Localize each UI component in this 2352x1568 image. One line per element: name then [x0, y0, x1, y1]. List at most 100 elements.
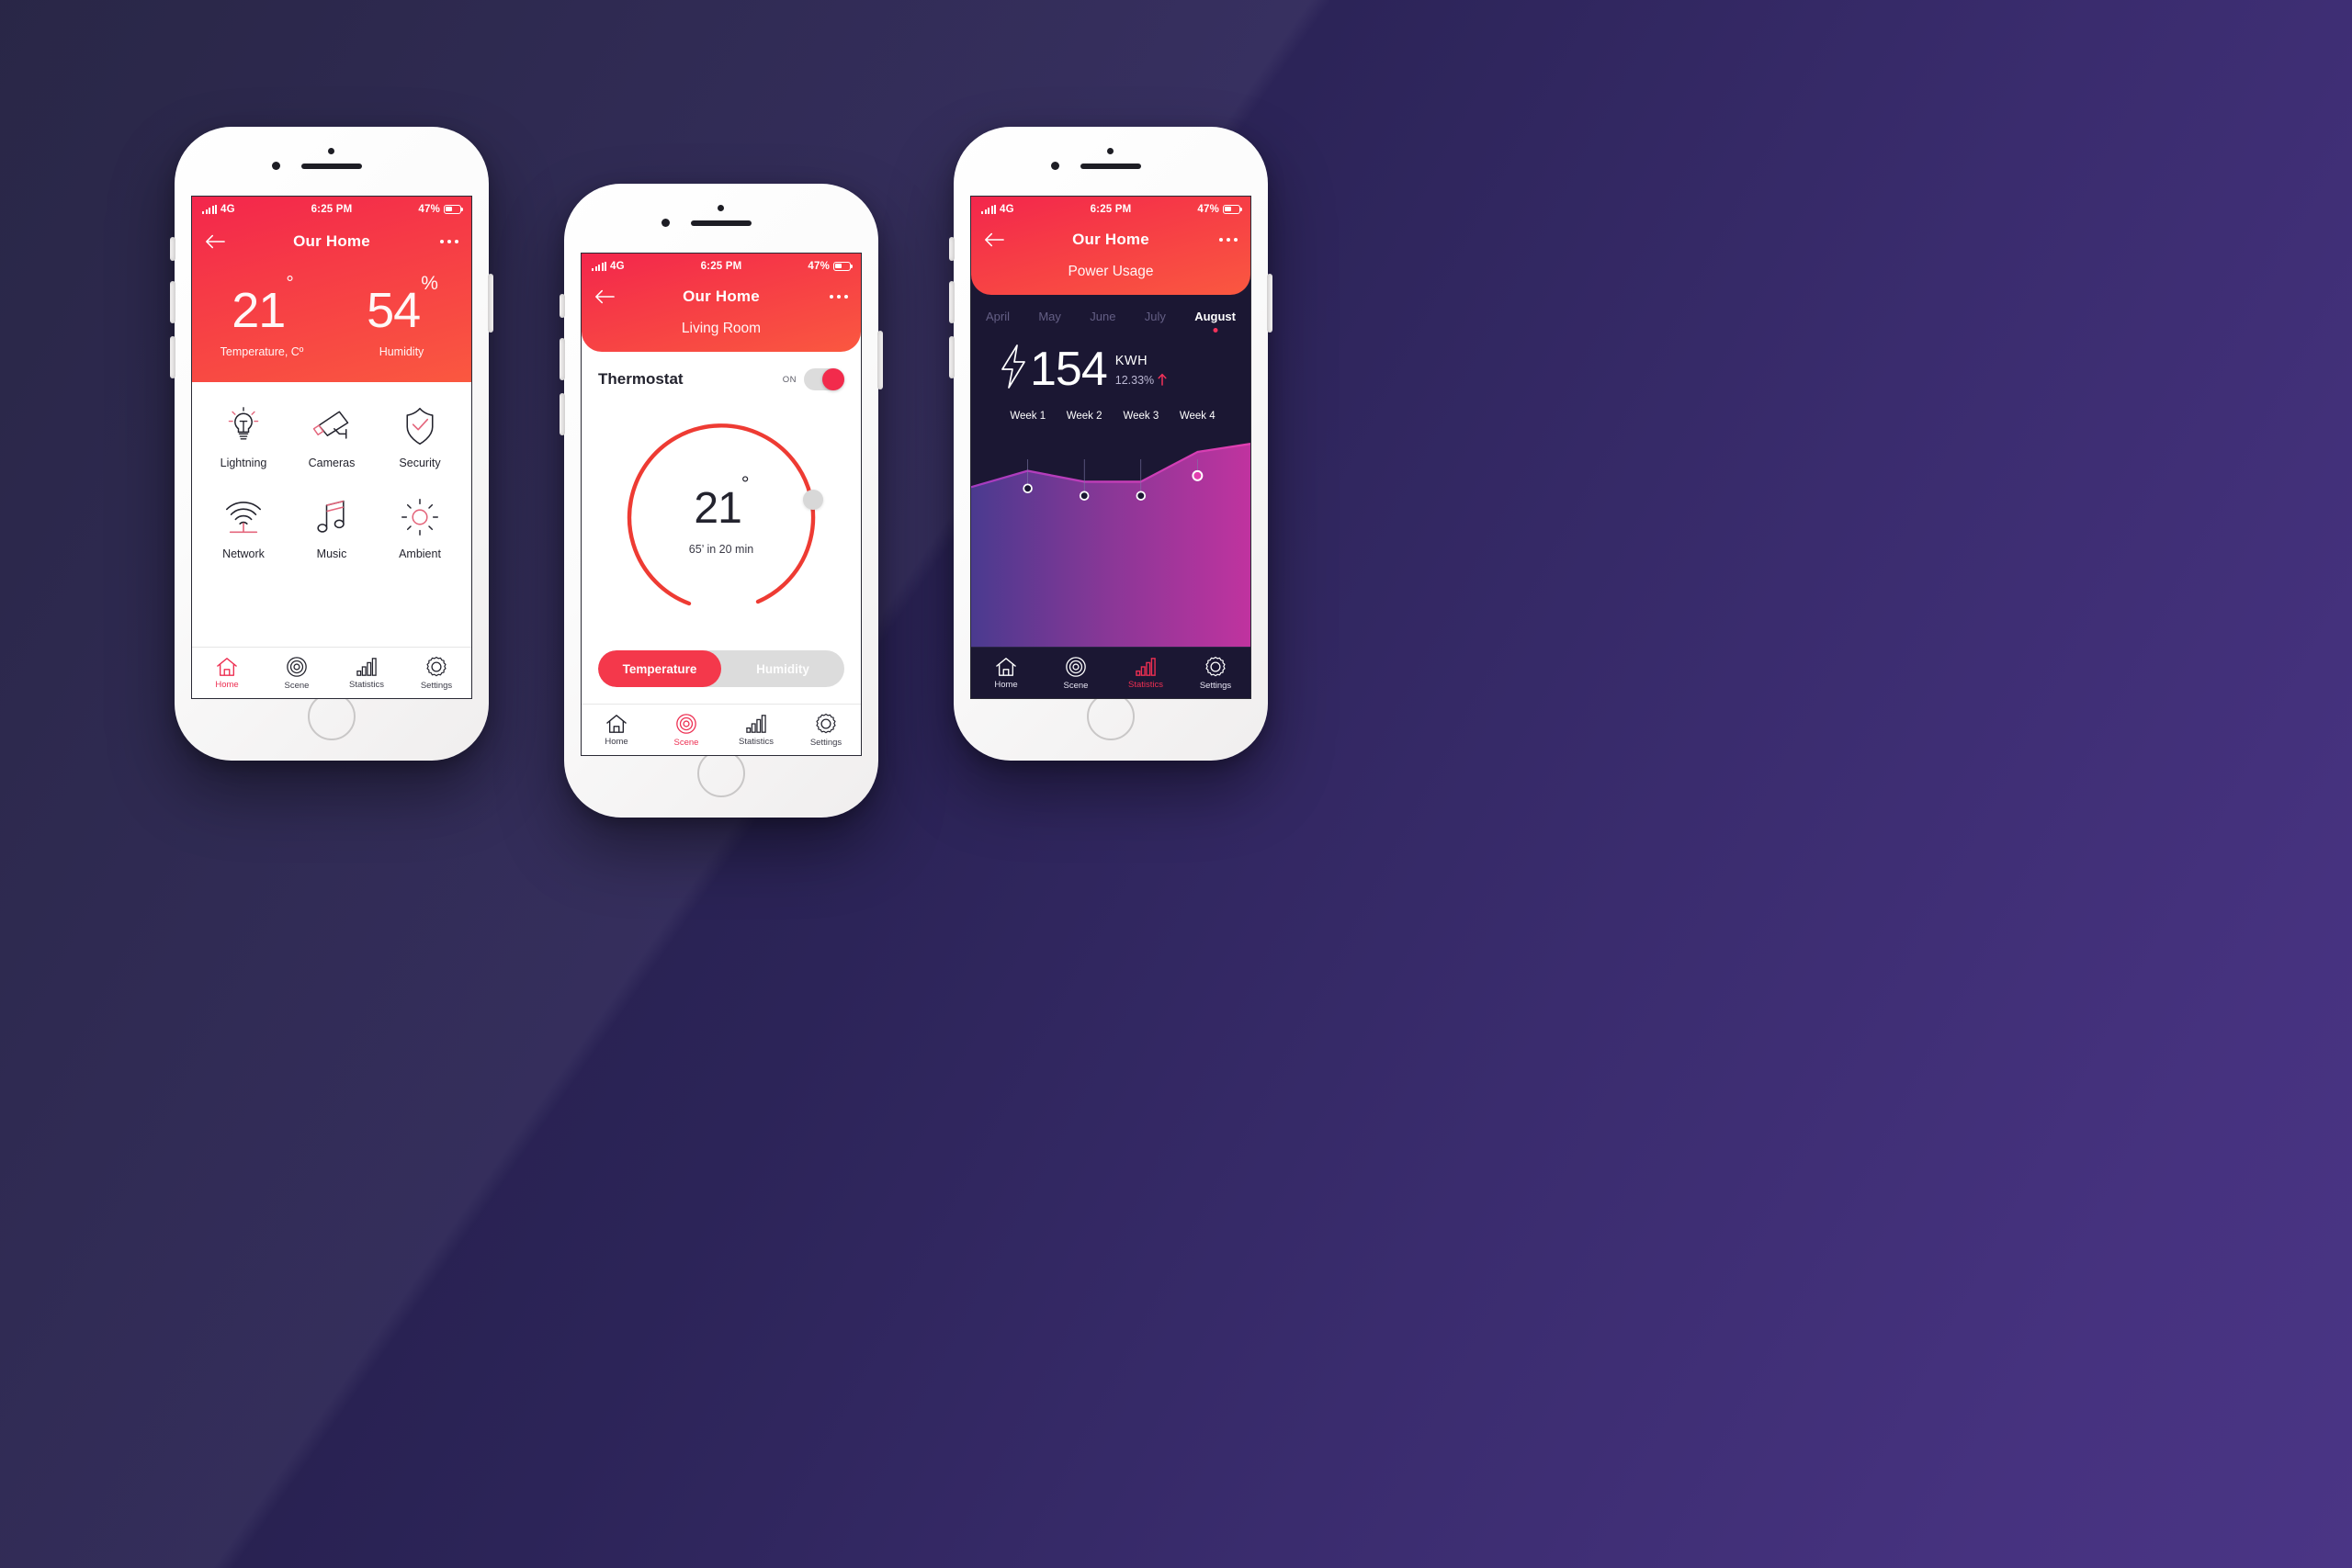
month-april[interactable]: April	[986, 310, 1010, 333]
tab-label: Home	[215, 679, 239, 690]
month-may[interactable]: May	[1038, 310, 1061, 333]
month-july[interactable]: July	[1145, 310, 1166, 333]
screen-home: 4G 6:25 PM 47% Our Home 21° Temperature,…	[191, 196, 472, 699]
home-button[interactable]	[697, 750, 745, 797]
power-button[interactable]	[488, 274, 493, 333]
tab-home[interactable]: Home	[192, 657, 262, 690]
tab-label: Scene	[284, 680, 310, 691]
month-june[interactable]: June	[1090, 310, 1115, 333]
device-grid-items: Lightning Cameras Security Network Music…	[199, 406, 464, 560]
home-icon	[996, 657, 1016, 676]
tile-music[interactable]: Music	[288, 497, 376, 560]
thermostat-title: Thermostat	[598, 370, 684, 388]
earpiece-speaker	[691, 220, 752, 226]
tab-settings[interactable]: Settings	[791, 713, 861, 748]
tab-statistics[interactable]: Statistics	[721, 714, 791, 747]
wifi-icon	[226, 502, 261, 534]
header-home: 4G 6:25 PM 47% Our Home 21° Temperature,…	[192, 197, 471, 383]
tile-security[interactable]: Security	[376, 406, 464, 469]
segment-temperature[interactable]: Temperature	[598, 650, 721, 687]
usage-readout: 154 KWH 12.33%	[971, 336, 1250, 394]
earpiece-speaker	[301, 164, 362, 169]
phone-device-thermostat: 4G 6:25 PM 47% Our Home Living Room Ther…	[560, 184, 883, 818]
gear-icon	[1205, 656, 1226, 676]
battery-icon	[1223, 204, 1243, 214]
tile-label: Network	[222, 547, 265, 561]
chart-point-week1[interactable]	[1023, 483, 1033, 494]
tab-label: Home	[994, 679, 1018, 690]
front-camera-icon	[662, 219, 670, 227]
chart-point-week4[interactable]	[1192, 469, 1204, 481]
tile-lightning[interactable]: Lightning	[199, 406, 288, 469]
mute-switch[interactable]	[560, 294, 565, 318]
tile-label: Music	[316, 547, 347, 561]
hero-metrics: 21° Temperature, Cº 54% Humidity	[192, 262, 471, 382]
front-camera-icon	[272, 162, 280, 170]
tile-cameras[interactable]: Cameras	[288, 406, 376, 469]
scene-target-icon	[287, 656, 307, 677]
volume-down-button[interactable]	[170, 336, 175, 378]
chart-point-week3[interactable]	[1136, 491, 1147, 501]
mute-switch[interactable]	[170, 237, 175, 261]
tab-label: Statistics	[738, 736, 774, 747]
volume-down-button[interactable]	[560, 393, 565, 435]
home-button[interactable]	[1087, 693, 1135, 740]
segment-humidity[interactable]: Humidity	[721, 650, 844, 687]
temperature-label: Temperature, Cº	[220, 345, 304, 359]
humidity-value: 54%	[367, 273, 438, 338]
tab-label: Home	[605, 736, 628, 747]
month-selector: April May June July August	[971, 295, 1250, 336]
chart-point-week2[interactable]	[1079, 491, 1090, 501]
tab-label: Scene	[673, 737, 699, 748]
metric-temperature: 21° Temperature, Cº	[192, 273, 332, 359]
proximity-sensor-icon	[718, 205, 724, 211]
volume-up-button[interactable]	[949, 281, 955, 323]
tab-statistics[interactable]: Statistics	[332, 657, 401, 690]
tab-scene[interactable]: Scene	[262, 656, 332, 691]
dial-temperature-value: 21°	[694, 472, 749, 533]
tab-scene[interactable]: Scene	[1041, 656, 1111, 691]
degree-symbol: °	[741, 472, 750, 495]
temperature-dial[interactable]: 21° 65’ in 20 min	[623, 422, 823, 618]
volume-down-button[interactable]	[949, 336, 955, 378]
tile-label: Lightning	[220, 457, 267, 470]
tab-label: Scene	[1063, 680, 1089, 691]
more-dots-icon[interactable]	[829, 294, 848, 299]
volume-up-button[interactable]	[170, 281, 175, 323]
tab-statistics[interactable]: Statistics	[1111, 657, 1181, 690]
lightbulb-icon	[228, 407, 259, 440]
tab-settings[interactable]: Settings	[401, 656, 471, 691]
gear-icon	[426, 656, 447, 676]
temperature-value: 21°	[232, 273, 294, 338]
degree-symbol: °	[286, 273, 293, 294]
header-thermostat: 4G 6:25 PM 47% Our Home Living Room	[582, 254, 861, 352]
power-button[interactable]	[1267, 274, 1272, 333]
thermostat-toggle[interactable]	[804, 368, 844, 390]
tab-home[interactable]: Home	[582, 714, 651, 747]
tab-home[interactable]: Home	[971, 657, 1041, 690]
tile-network[interactable]: Network	[199, 497, 288, 560]
power-button[interactable]	[877, 331, 883, 389]
thermostat-header-row: Thermostat ON	[598, 352, 844, 394]
earpiece-speaker	[1080, 164, 1141, 169]
home-button[interactable]	[308, 693, 356, 740]
month-august[interactable]: August	[1194, 310, 1236, 333]
mute-switch[interactable]	[949, 237, 955, 261]
more-dots-icon[interactable]	[439, 239, 458, 244]
battery-percent: 47%	[418, 203, 440, 215]
tab-scene[interactable]: Scene	[651, 713, 721, 748]
more-dots-icon[interactable]	[1218, 237, 1238, 243]
thermostat-dial-area: 21° 65’ in 20 min	[598, 394, 844, 650]
proximity-sensor-icon	[1107, 148, 1114, 154]
bar-chart-icon	[746, 714, 766, 733]
bar-chart-icon	[356, 657, 377, 676]
mode-segmented-control: Temperature Humidity	[598, 650, 844, 687]
tile-ambient[interactable]: Ambient	[376, 497, 464, 560]
tab-label: Settings	[1199, 680, 1232, 691]
metric-humidity: 54% Humidity	[332, 273, 471, 358]
music-notes-icon	[317, 501, 345, 534]
kwh-unit-label: KWH	[1114, 353, 1148, 368]
tab-settings[interactable]: Settings	[1181, 656, 1250, 691]
page-title: Our Home	[1072, 231, 1149, 248]
volume-up-button[interactable]	[560, 338, 565, 380]
